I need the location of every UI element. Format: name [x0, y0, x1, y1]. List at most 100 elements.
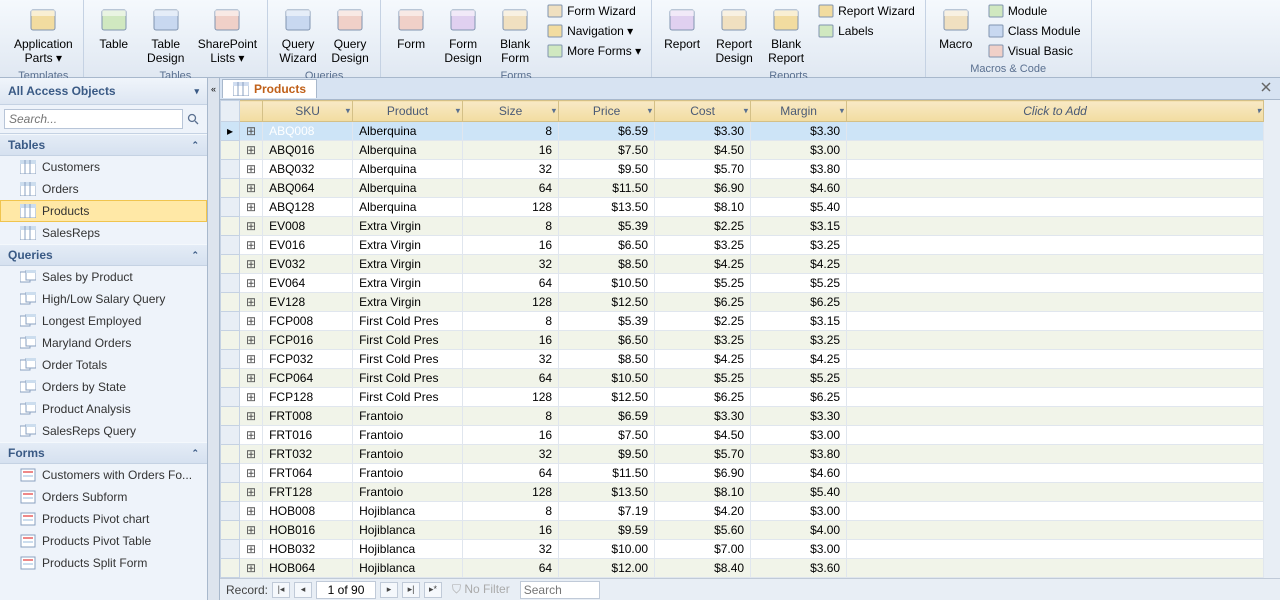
row-selector[interactable]: [221, 198, 240, 217]
row-selector[interactable]: [221, 160, 240, 179]
last-record-button[interactable]: ▸|: [402, 582, 420, 598]
application-parts-button[interactable]: ApplicationParts ▾: [10, 2, 77, 68]
form-design-button[interactable]: FormDesign: [439, 2, 487, 68]
cell-cost[interactable]: $6.25: [655, 388, 751, 407]
click-to-add-column[interactable]: Click to Add▾: [847, 101, 1264, 122]
table-row[interactable]: ⊞FCP128First Cold Pres128$12.50$6.25$6.2…: [221, 388, 1264, 407]
nav-item-sales-by-product[interactable]: Sales by Product: [0, 266, 207, 288]
cell-margin[interactable]: $5.40: [751, 483, 847, 502]
cell-margin[interactable]: $3.00: [751, 502, 847, 521]
cell-empty[interactable]: [847, 540, 1264, 559]
nav-item-products-pivot-table[interactable]: Products Pivot Table: [0, 530, 207, 552]
row-selector[interactable]: [221, 217, 240, 236]
cell-product[interactable]: Alberquina: [353, 141, 463, 160]
row-selector[interactable]: [221, 559, 240, 578]
nav-section-tables[interactable]: Tables⌃: [0, 134, 207, 156]
cell-empty[interactable]: [847, 179, 1264, 198]
cell-cost[interactable]: $3.30: [655, 407, 751, 426]
cell-price[interactable]: $12.50: [559, 388, 655, 407]
cell-price[interactable]: $6.50: [559, 236, 655, 255]
cell-margin[interactable]: $5.25: [751, 274, 847, 293]
nav-section-forms[interactable]: Forms⌃: [0, 442, 207, 464]
expand-row-button[interactable]: ⊞: [240, 388, 263, 407]
cell-empty[interactable]: [847, 274, 1264, 293]
cell-product[interactable]: Frantoio: [353, 407, 463, 426]
cell-price[interactable]: $8.50: [559, 350, 655, 369]
cell-product[interactable]: Alberquina: [353, 160, 463, 179]
cell-margin[interactable]: $5.25: [751, 369, 847, 388]
cell-margin[interactable]: $5.40: [751, 198, 847, 217]
cell-cost[interactable]: $5.70: [655, 160, 751, 179]
cell-margin[interactable]: $3.00: [751, 426, 847, 445]
table-row[interactable]: ⊞HOB032Hojiblanca32$10.00$7.00$3.00: [221, 540, 1264, 559]
expand-row-button[interactable]: ⊞: [240, 141, 263, 160]
cell-cost[interactable]: $4.20: [655, 502, 751, 521]
cell-product[interactable]: First Cold Pres: [353, 388, 463, 407]
cell-cost[interactable]: $5.25: [655, 369, 751, 388]
cell-empty[interactable]: [847, 369, 1264, 388]
vertical-scrollbar[interactable]: [1264, 100, 1280, 578]
table-row[interactable]: ▸⊞ABQ008Alberquina8$6.59$3.30$3.30: [221, 122, 1264, 141]
table-row[interactable]: ⊞FRT016Frantoio16$7.50$4.50$3.00: [221, 426, 1264, 445]
table-row[interactable]: ⊞EV016Extra Virgin16$6.50$3.25$3.25: [221, 236, 1264, 255]
expand-row-button[interactable]: ⊞: [240, 350, 263, 369]
cell-price[interactable]: $7.19: [559, 502, 655, 521]
nav-item-high-low-salary-query[interactable]: High/Low Salary Query: [0, 288, 207, 310]
expand-row-button[interactable]: ⊞: [240, 293, 263, 312]
cell-cost[interactable]: $6.25: [655, 293, 751, 312]
column-header-price[interactable]: Price▾: [559, 101, 655, 122]
expand-row-button[interactable]: ⊞: [240, 559, 263, 578]
row-selector[interactable]: [221, 274, 240, 293]
cell-cost[interactable]: $5.70: [655, 445, 751, 464]
row-selector[interactable]: [221, 236, 240, 255]
cell-price[interactable]: $9.59: [559, 521, 655, 540]
cell-product[interactable]: First Cold Pres: [353, 312, 463, 331]
cell-size[interactable]: 16: [463, 521, 559, 540]
row-selector[interactable]: [221, 483, 240, 502]
nav-item-orders[interactable]: Orders: [0, 178, 207, 200]
cell-size[interactable]: 16: [463, 141, 559, 160]
cell-size[interactable]: 128: [463, 483, 559, 502]
expand-row-button[interactable]: ⊞: [240, 312, 263, 331]
cell-empty[interactable]: [847, 559, 1264, 578]
table-row[interactable]: ⊞HOB016Hojiblanca16$9.59$5.60$4.00: [221, 521, 1264, 540]
table-row[interactable]: ⊞EV128Extra Virgin128$12.50$6.25$6.25: [221, 293, 1264, 312]
blank-form-button[interactable]: BlankForm: [491, 2, 539, 68]
cell-margin[interactable]: $4.00: [751, 521, 847, 540]
cell-margin[interactable]: $3.80: [751, 160, 847, 179]
cell-empty[interactable]: [847, 331, 1264, 350]
cell-empty[interactable]: [847, 141, 1264, 160]
cell-size[interactable]: 64: [463, 559, 559, 578]
row-selector[interactable]: [221, 521, 240, 540]
cell-margin[interactable]: $3.00: [751, 141, 847, 160]
cell-price[interactable]: $12.50: [559, 293, 655, 312]
cell-margin[interactable]: $3.30: [751, 407, 847, 426]
cell-size[interactable]: 128: [463, 198, 559, 217]
cell-margin[interactable]: $3.15: [751, 217, 847, 236]
cell-empty[interactable]: [847, 198, 1264, 217]
cell-size[interactable]: 8: [463, 122, 559, 141]
cell-product[interactable]: Frantoio: [353, 464, 463, 483]
cell-cost[interactable]: $3.25: [655, 331, 751, 350]
cell-margin[interactable]: $6.25: [751, 293, 847, 312]
nav-item-salesreps[interactable]: SalesReps: [0, 222, 207, 244]
expand-row-button[interactable]: ⊞: [240, 483, 263, 502]
row-selector[interactable]: [221, 179, 240, 198]
column-header-product[interactable]: Product▾: [353, 101, 463, 122]
visual-basic-button[interactable]: Visual Basic: [984, 42, 1085, 60]
cell-empty[interactable]: [847, 521, 1264, 540]
cell-cost[interactable]: $2.25: [655, 217, 751, 236]
cell-product[interactable]: Extra Virgin: [353, 217, 463, 236]
cell-cost[interactable]: $4.50: [655, 141, 751, 160]
dropdown-icon[interactable]: ▾: [840, 106, 845, 117]
cell-product[interactable]: First Cold Pres: [353, 350, 463, 369]
cell-price[interactable]: $11.50: [559, 179, 655, 198]
table-row[interactable]: ⊞FCP064First Cold Pres64$10.50$5.25$5.25: [221, 369, 1264, 388]
cell-cost[interactable]: $8.10: [655, 198, 751, 217]
cell-sku[interactable]: HOB016: [263, 521, 353, 540]
row-selector[interactable]: [221, 350, 240, 369]
nav-item-longest-employed[interactable]: Longest Employed: [0, 310, 207, 332]
new-record-button[interactable]: ▸*: [424, 582, 442, 598]
nav-header[interactable]: All Access Objects ▾: [0, 78, 207, 105]
cell-size[interactable]: 128: [463, 293, 559, 312]
